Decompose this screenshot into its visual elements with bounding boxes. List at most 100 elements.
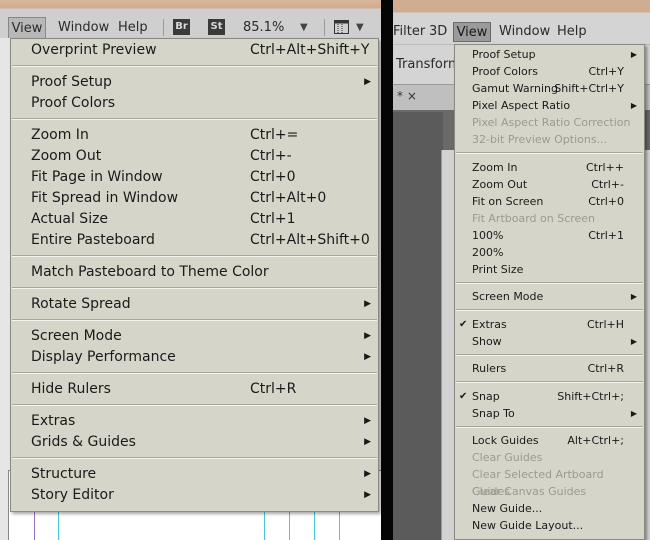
- chevron-down-icon[interactable]: ▼: [356, 17, 364, 38]
- menu-item-label: Print Size: [472, 262, 524, 276]
- menu-item-shortcut: Ctrl+Alt+Shift+0: [250, 232, 370, 248]
- submenu-arrow-icon: ▶: [364, 331, 371, 341]
- menu-item-story-editor[interactable]: Story Editor ▶: [11, 485, 378, 506]
- menu-item-fit-on-screen[interactable]: Fit on Screen Ctrl+0: [455, 193, 644, 210]
- menu-item-shortcut: Ctrl+=: [250, 127, 299, 143]
- menu-item-snap-to[interactable]: Snap To ▶: [455, 405, 644, 422]
- menu-item-zoom-out[interactable]: Zoom Out Ctrl+-: [455, 176, 644, 193]
- view-menu-indesign: Overprint Preview Ctrl+Alt+Shift+Y Proof S…: [10, 38, 379, 512]
- menu-window[interactable]: Window: [58, 17, 109, 38]
- right-menubar: Filter 3D View Window Help: [393, 0, 650, 44]
- menu-item-shortcut: Ctrl+Y: [588, 65, 624, 78]
- menu-item-proof-colors[interactable]: Proof Colors: [11, 93, 378, 114]
- menu-item-label: Fit Artboard on Screen: [472, 211, 596, 225]
- menu-item-label: Rotate Spread: [31, 296, 131, 312]
- menu-item-shortcut: Ctrl+1: [588, 228, 624, 242]
- menu-item-hide-rulers[interactable]: Hide Rulers Ctrl+R: [11, 379, 378, 400]
- left-menubar: View Window Help Br St 85.1% ▼ ▼: [0, 0, 381, 38]
- menu-item-shortcut: Ctrl+Alt+Shift+Y: [250, 42, 370, 58]
- menu-item-proof-colors[interactable]: Proof Colors Ctrl+Y: [455, 63, 644, 80]
- menu-separator: [456, 425, 643, 428]
- menu-item-label: Proof Colors: [31, 95, 115, 111]
- menu-item-zoom-out[interactable]: Zoom Out Ctrl+-: [11, 146, 378, 167]
- menu-item-new-guide[interactable]: New Guide...: [455, 500, 644, 517]
- menu-item-label: Hide Rulers: [31, 381, 111, 397]
- menu-item-print-size[interactable]: Print Size: [455, 261, 644, 278]
- submenu-arrow-icon: ▶: [364, 352, 371, 362]
- menu-item-extras[interactable]: Extras ▶: [11, 411, 378, 432]
- menu-filter[interactable]: Filter: [393, 22, 425, 42]
- menu-item-show[interactable]: Show ▶: [455, 333, 644, 350]
- menu-item-label: 32-bit Preview Options...: [472, 133, 608, 146]
- menu-view[interactable]: View: [453, 22, 491, 42]
- submenu-arrow-icon: ▶: [364, 437, 371, 447]
- submenu-arrow-icon: ▶: [630, 336, 637, 346]
- menu-item-label: Zoom In: [31, 127, 89, 143]
- menu-help[interactable]: Help: [118, 17, 148, 38]
- menu-item-label: Clear Guides: [472, 451, 543, 464]
- menu-item-label: New Guide Layout...: [472, 519, 584, 532]
- menu-item-label: 200%: [472, 245, 504, 259]
- menu-separator: [12, 457, 377, 459]
- tab-close-icon[interactable]: * ×: [397, 89, 417, 103]
- menu-item-100[interactable]: 100% Ctrl+1: [455, 227, 644, 244]
- menu-item-lock-guides[interactable]: Lock Guides Alt+Ctrl+;: [455, 432, 644, 449]
- menu-item-zoom-in[interactable]: Zoom In Ctrl+=: [11, 125, 378, 146]
- submenu-arrow-icon: ▶: [630, 292, 637, 301]
- chevron-down-icon[interactable]: ▼: [300, 17, 308, 38]
- menu-item-shortcut: Ctrl+1: [250, 211, 296, 227]
- view-options-icon[interactable]: [334, 20, 349, 34]
- menu-item-snap[interactable]: ✔ Snap Shift+Ctrl+;: [455, 388, 644, 405]
- menu-item-shortcut: Ctrl+Alt+0: [250, 190, 327, 206]
- menu-item-shortcut: Ctrl++: [585, 160, 624, 174]
- menu-item-label: Fit Spread in Window: [31, 190, 179, 206]
- checkmark-icon: ✔: [459, 318, 468, 330]
- submenu-arrow-icon: ▶: [630, 408, 637, 418]
- menu-item-display-performance[interactable]: Display Performance ▶: [11, 347, 378, 368]
- menubar-separator: [324, 19, 325, 36]
- menu-item-grids-guides[interactable]: Grids & Guides ▶: [11, 432, 378, 453]
- menu-item-screen-mode[interactable]: Screen Mode ▶: [11, 326, 378, 347]
- menu-3d[interactable]: 3D: [429, 22, 447, 42]
- menu-separator: [12, 319, 377, 321]
- zoom-level[interactable]: 85.1%: [243, 17, 284, 38]
- menu-item-match-pasteboard-to-theme-color[interactable]: Match Pasteboard to Theme Color: [11, 262, 378, 283]
- menu-item-entire-pasteboard[interactable]: Entire Pasteboard Ctrl+Alt+Shift+0: [11, 230, 378, 251]
- menu-item-new-guide-layout[interactable]: New Guide Layout...: [455, 517, 644, 534]
- menu-item-rotate-spread[interactable]: Rotate Spread ▶: [11, 294, 378, 315]
- menu-item-label: Story Editor: [31, 487, 114, 503]
- menu-item-fit-page-in-window[interactable]: Fit Page in Window Ctrl+0: [11, 167, 378, 188]
- menu-item-pixel-aspect-ratio-correction: Pixel Aspect Ratio Correction: [455, 114, 644, 131]
- menu-separator: [12, 255, 377, 257]
- menu-item-proof-setup[interactable]: Proof Setup ▶: [11, 72, 378, 93]
- menu-item-structure[interactable]: Structure ▶: [11, 464, 378, 485]
- menu-item-label: Zoom Out: [31, 148, 102, 164]
- menu-window[interactable]: Window: [499, 22, 550, 42]
- menu-item-label: Actual Size: [31, 211, 109, 227]
- menu-item-proof-setup[interactable]: Proof Setup ▶: [455, 46, 644, 63]
- menu-item-fit-spread-in-window[interactable]: Fit Spread in Window Ctrl+Alt+0: [11, 188, 378, 209]
- menu-item-label: Zoom Out: [472, 177, 528, 191]
- menu-view[interactable]: View: [8, 17, 46, 38]
- submenu-arrow-icon: ▶: [364, 469, 371, 479]
- menu-help[interactable]: Help: [557, 22, 587, 42]
- menu-item-200[interactable]: 200%: [455, 244, 644, 261]
- menu-item-overprint-preview[interactable]: Overprint Preview Ctrl+Alt+Shift+Y: [11, 40, 378, 61]
- submenu-arrow-icon: ▶: [364, 416, 371, 426]
- menu-item-label: 100%: [472, 228, 504, 242]
- menu-item-label: Snap: [472, 389, 500, 403]
- menu-item-shortcut: Alt+Ctrl+;: [567, 434, 624, 447]
- menu-item-pixel-aspect-ratio[interactable]: Pixel Aspect Ratio ▶: [455, 97, 644, 114]
- menu-item-gamut-warning[interactable]: Gamut Warning Shift+Ctrl+Y: [455, 80, 644, 97]
- menu-item-zoom-in[interactable]: Zoom In Ctrl++: [455, 159, 644, 176]
- bridge-badge[interactable]: Br: [173, 19, 190, 35]
- menu-item-extras[interactable]: ✔ Extras Ctrl+H: [455, 316, 644, 333]
- menu-item-rulers[interactable]: Rulers Ctrl+R: [455, 360, 644, 377]
- transform-link[interactable]: Transform: [396, 57, 461, 72]
- menu-item-screen-mode[interactable]: Screen Mode ▶: [455, 288, 644, 305]
- menu-item-label: Fit on Screen: [472, 194, 544, 208]
- menu-item-actual-size[interactable]: Actual Size Ctrl+1: [11, 209, 378, 230]
- stock-badge[interactable]: St: [208, 19, 225, 35]
- menu-item-label: Gamut Warning: [472, 82, 558, 95]
- menu-item-label: Pixel Aspect Ratio Correction: [472, 116, 631, 129]
